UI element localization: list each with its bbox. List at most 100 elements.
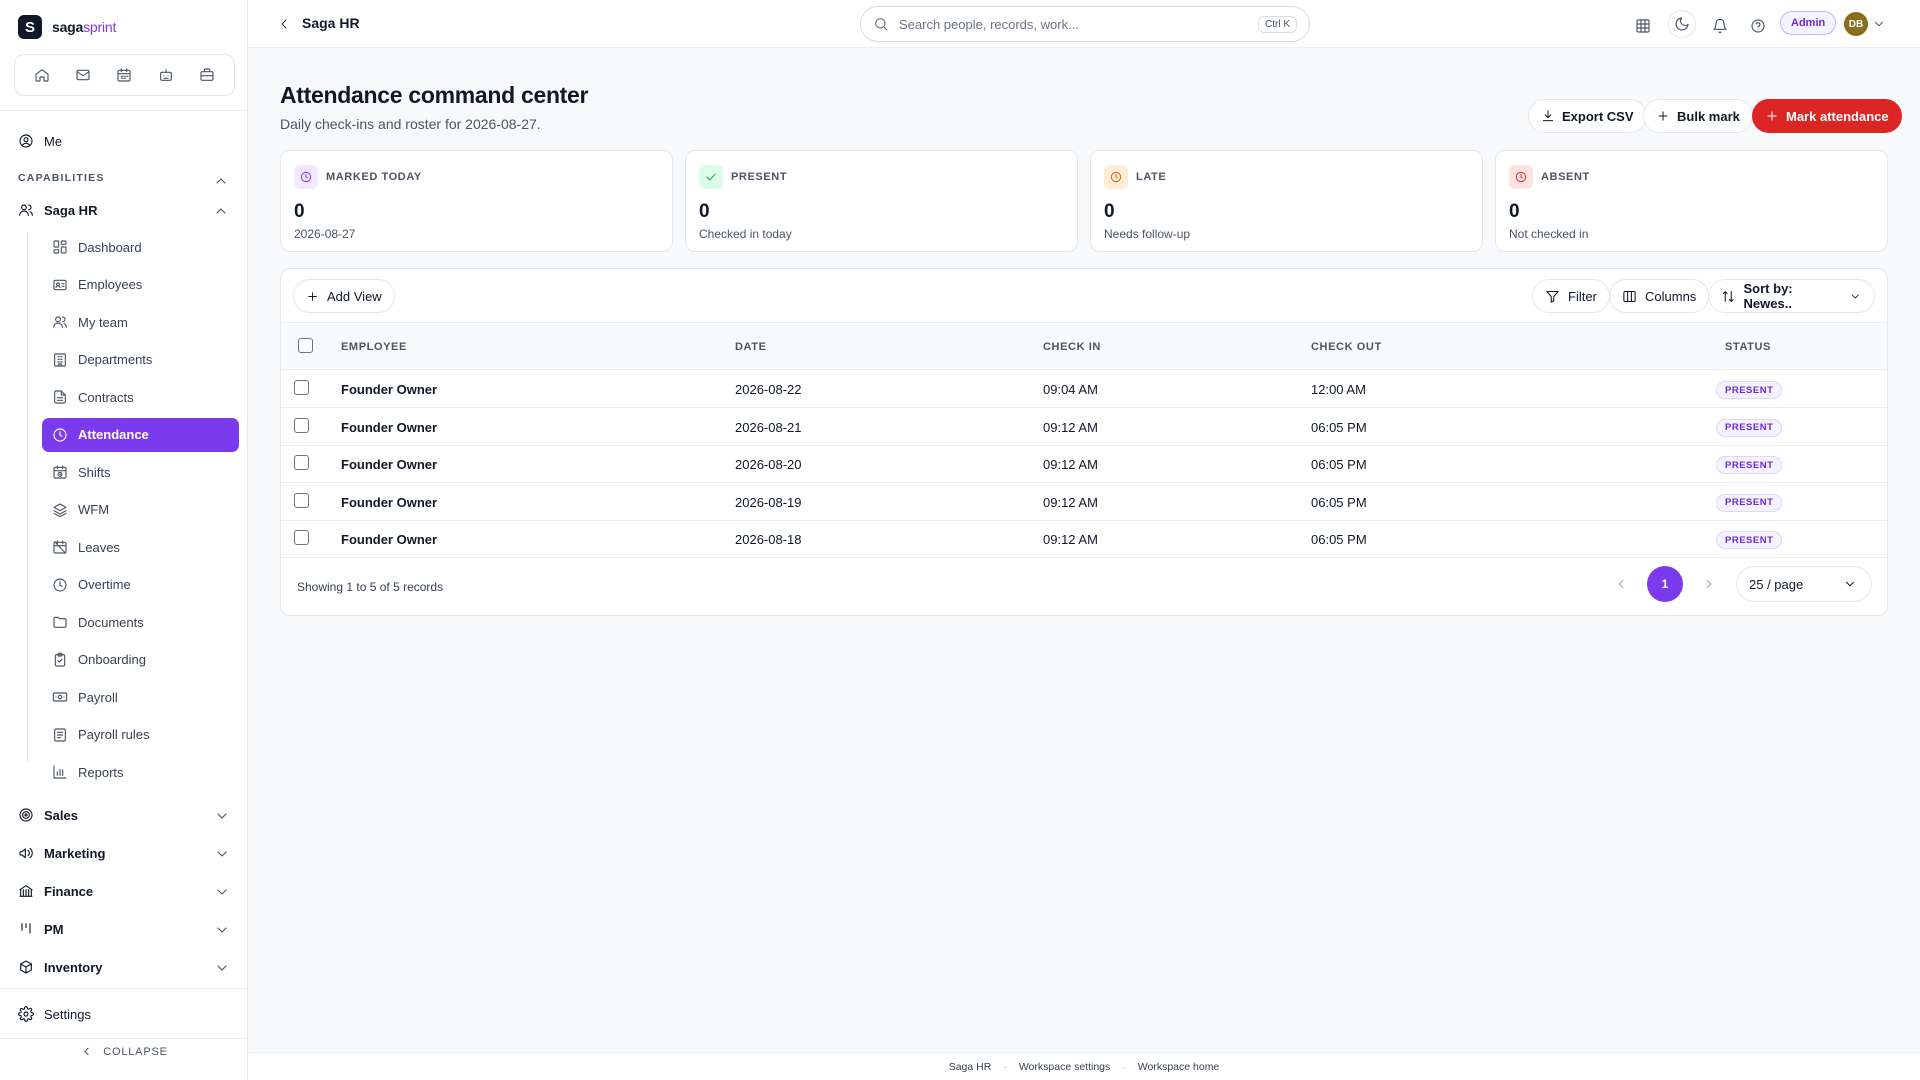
search-input[interactable] <box>899 16 1248 32</box>
columns-button[interactable]: Columns <box>1609 279 1710 313</box>
plus-icon <box>1658 111 1668 121</box>
stat-note: Needs follow-up <box>1104 227 1191 241</box>
cell-employee[interactable]: Founder Owner <box>341 495 437 510</box>
cell-employee[interactable]: Founder Owner <box>341 457 437 472</box>
chevron-down-icon[interactable] <box>214 960 230 976</box>
status-badge: PRESENT <box>1716 531 1783 549</box>
status-badge: PRESENT <box>1716 418 1783 437</box>
column-header-status[interactable]: STATUS <box>1725 341 1771 353</box>
cell-check-in: 09:04 AM <box>1043 382 1098 397</box>
page-subtitle: Daily check-ins and roster for 2026-08-2… <box>280 116 541 132</box>
attendance-table-card: Add View Filter Columns Sort by: Newes..… <box>280 268 1888 616</box>
clock-icon <box>294 165 318 189</box>
stat-label: PRESENT <box>731 171 788 183</box>
stat-value: 0 <box>1104 201 1115 222</box>
chevron-down-icon[interactable] <box>214 922 230 938</box>
mark-attendance-button[interactable]: Mark attendance <box>1752 99 1902 133</box>
page-title: Attendance command center <box>280 82 589 108</box>
moon-icon[interactable] <box>1668 10 1696 38</box>
prev-page-button[interactable] <box>1603 566 1639 602</box>
back-arrow-icon[interactable] <box>276 16 292 32</box>
chevron-right-icon <box>1706 580 1712 588</box>
footer-link-workspace-home[interactable]: Workspace home <box>1138 1061 1220 1073</box>
row-checkbox[interactable] <box>294 417 309 433</box>
nav-section-inventory[interactable]: Inventory <box>18 956 103 978</box>
table-row[interactable]: Founder Owner 2026-08-18 09:12 AM 06:05 PM P… <box>281 521 1887 558</box>
topbar: Saga HR Ctrl K Admin DB <box>248 0 1920 48</box>
next-page-button[interactable] <box>1691 566 1727 602</box>
page-button-current[interactable]: 1 <box>1647 566 1683 602</box>
cell-employee[interactable]: Founder Owner <box>341 532 437 547</box>
help-icon[interactable] <box>1744 12 1772 40</box>
cell-date: 2026-08-18 <box>735 532 802 547</box>
table-row[interactable]: Founder Owner 2026-08-22 09:04 AM 12:00 AM P… <box>281 371 1887 408</box>
apps-grid-icon[interactable] <box>1629 12 1657 40</box>
sidebar-divider <box>0 988 248 989</box>
table-row[interactable]: Founder Owner 2026-08-20 09:12 AM 06:05 PM P… <box>281 446 1887 483</box>
search-bar[interactable]: Ctrl K <box>860 6 1310 42</box>
column-header-date[interactable]: DATE <box>735 341 767 353</box>
chevron-down-icon[interactable] <box>214 808 230 824</box>
select-all-checkbox[interactable] <box>298 338 313 353</box>
plus-icon <box>1767 111 1777 121</box>
nav-settings[interactable]: Settings <box>18 1003 91 1025</box>
add-view-button[interactable]: Add View <box>293 279 395 313</box>
sort-label: Sort by: Newes.. <box>1743 281 1793 311</box>
records-summary: Showing 1 to 5 of 5 records <box>297 580 444 594</box>
target-icon <box>19 808 33 822</box>
nav-section-label: Finance <box>44 883 94 899</box>
sort-arrows-icon <box>1722 290 1734 302</box>
table-row[interactable]: Founder Owner 2026-08-21 09:12 AM 06:05 PM P… <box>281 409 1887 446</box>
per-page-select[interactable]: 25 / page <box>1736 566 1872 602</box>
chevron-down-icon <box>1852 293 1860 299</box>
stat-note: Not checked in <box>1509 227 1589 241</box>
cell-employee[interactable]: Founder Owner <box>341 382 437 397</box>
columns-icon <box>1623 290 1636 302</box>
sort-dropdown[interactable]: Sort by: Newes.. <box>1708 279 1875 313</box>
nav-section-pm[interactable]: PM <box>18 918 64 940</box>
column-header-check-in[interactable]: CHECK IN <box>1043 341 1101 353</box>
chevron-down-icon[interactable] <box>214 884 230 900</box>
stat-card-present: PRESENT 0 Checked in today <box>685 150 1078 252</box>
filter-button[interactable]: Filter <box>1532 279 1610 313</box>
export-csv-button[interactable]: Export CSV <box>1528 99 1647 133</box>
row-checkbox[interactable] <box>294 530 309 545</box>
collapse-button[interactable]: COLLAPSE <box>0 1045 248 1058</box>
footer-link-saga-hr[interactable]: Saga HR <box>949 1061 992 1073</box>
chevron-down-icon[interactable] <box>214 846 230 862</box>
stat-note: 2026-08-27 <box>294 227 356 241</box>
footer: Saga HR · Workspace settings · Workspace… <box>248 1052 1920 1080</box>
nav-section-label: Marketing <box>44 845 106 861</box>
nav-section-finance[interactable]: Finance <box>18 880 93 902</box>
breadcrumb[interactable]: Saga HR <box>302 15 360 31</box>
mark-attendance-label: Mark attendance <box>1786 108 1889 124</box>
footer-link-workspace-settings[interactable]: Workspace settings <box>1019 1061 1110 1073</box>
chevron-down-icon[interactable] <box>1872 17 1886 31</box>
status-badge: PRESENT <box>1716 381 1783 399</box>
nav-section-sales[interactable]: Sales <box>18 804 78 826</box>
bell-icon[interactable] <box>1706 12 1734 40</box>
per-page-label: 25 / page <box>1749 576 1804 592</box>
bulk-mark-button[interactable]: Bulk mark <box>1643 99 1753 133</box>
row-checkbox[interactable] <box>294 380 309 395</box>
download-icon <box>1542 110 1554 122</box>
avatar[interactable]: DB <box>1844 12 1868 36</box>
export-csv-label: Export CSV <box>1562 108 1634 124</box>
role-badge[interactable]: Admin <box>1780 11 1837 35</box>
status-badge: PRESENT <box>1716 456 1783 474</box>
nav-section-label: Inventory <box>44 959 103 975</box>
column-header-employee[interactable]: EMPLOYEE <box>341 341 407 353</box>
row-checkbox[interactable] <box>294 455 309 470</box>
cell-employee[interactable]: Founder Owner <box>341 420 437 435</box>
sidebar: S sagasprint Me CAPABILITIES Saga HR Das… <box>0 0 248 1080</box>
table-row[interactable]: Founder Owner 2026-08-19 09:12 AM 06:05 PM P… <box>281 484 1887 521</box>
status-badge: PRESENT <box>1716 493 1783 512</box>
stat-card-late: LATE 0 Needs follow-up <box>1090 150 1483 252</box>
bulk-mark-label: Bulk mark <box>1677 108 1740 124</box>
package-icon <box>20 960 32 974</box>
cell-check-out: 06:05 PM <box>1311 532 1367 547</box>
column-header-check-out[interactable]: CHECK OUT <box>1311 341 1382 353</box>
nav-section-marketing[interactable]: Marketing <box>18 842 105 864</box>
stat-label: LATE <box>1136 171 1167 183</box>
row-checkbox[interactable] <box>294 492 309 508</box>
